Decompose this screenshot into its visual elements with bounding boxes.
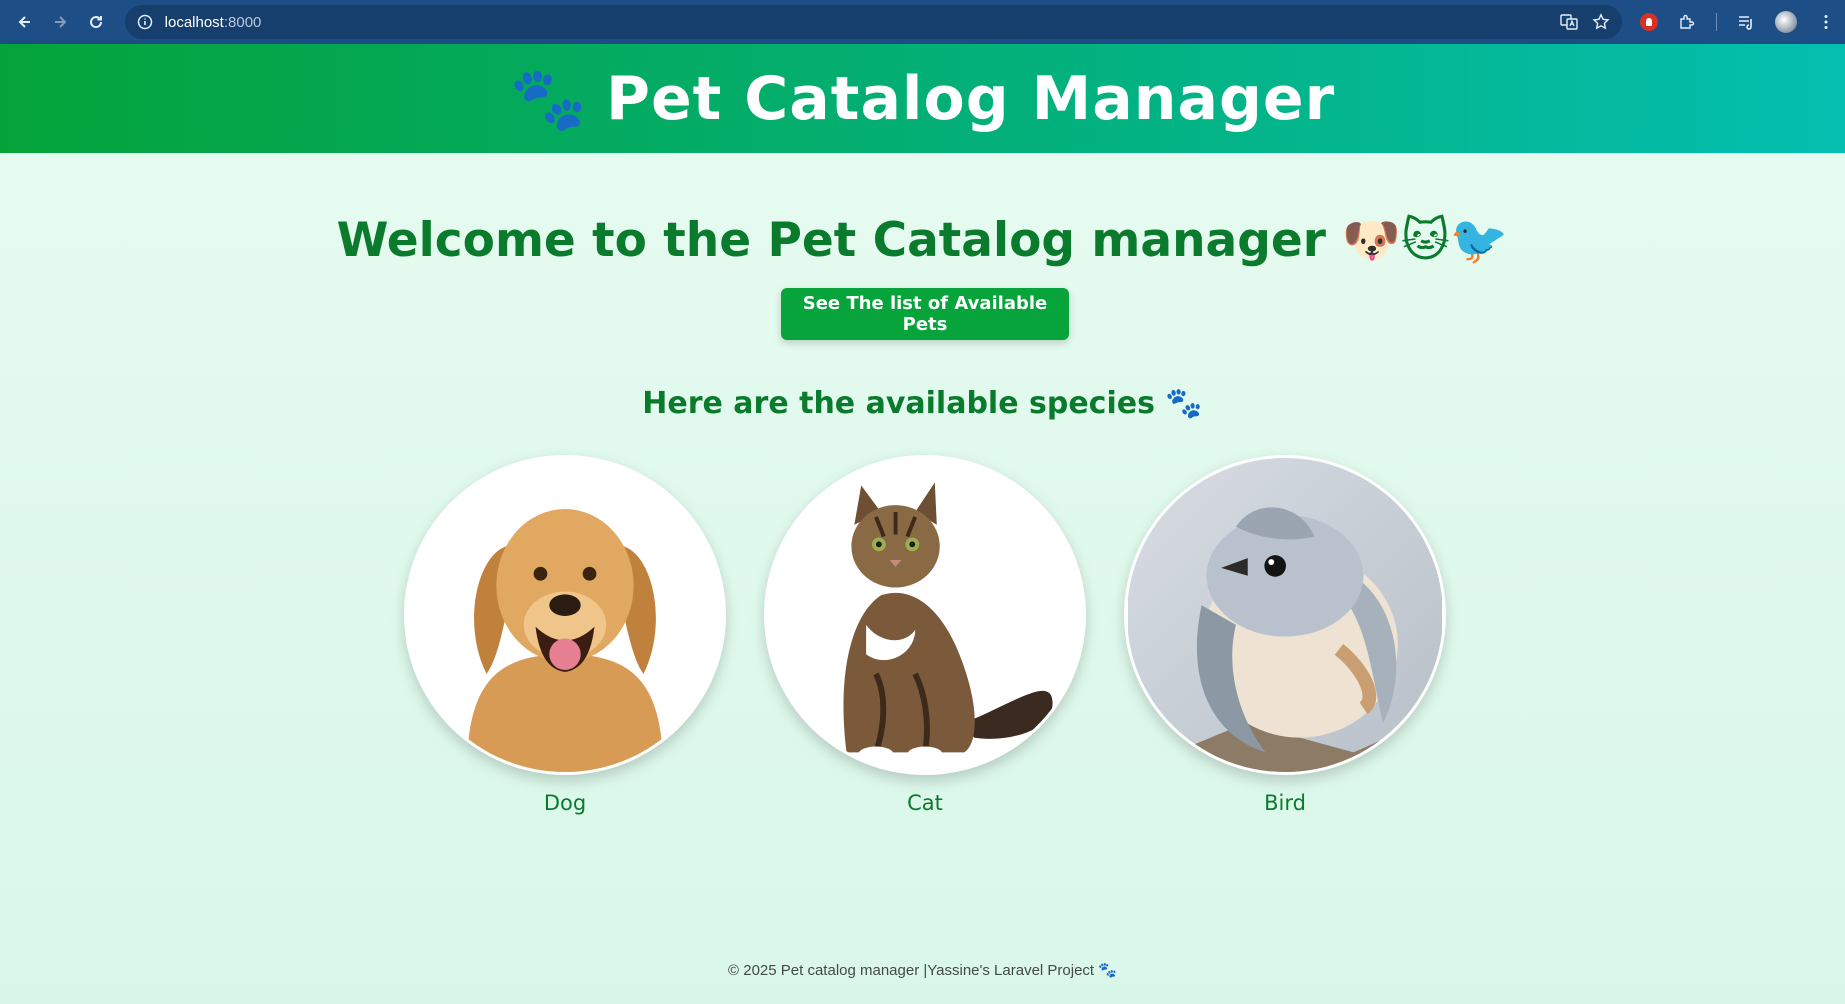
main-content: Welcome to the Pet Catalog manager 🐶🐱🐦 S… <box>0 153 1845 1004</box>
profile-avatar[interactable] <box>1775 11 1797 33</box>
translate-icon[interactable] <box>1560 13 1578 31</box>
reload-icon <box>89 16 102 29</box>
arrow-left-icon <box>18 16 30 28</box>
site-title-text: Pet Catalog Manager <box>606 63 1336 134</box>
site-header: 🐾 Pet Catalog Manager <box>0 44 1845 153</box>
species-card-bird[interactable]: Bird <box>1124 455 1446 815</box>
back-button[interactable] <box>10 7 40 37</box>
paw-icon: 🐾 <box>509 61 588 135</box>
dog-illustration <box>408 458 722 772</box>
url-port: :8000 <box>223 13 262 31</box>
toolbar-divider <box>1716 13 1717 31</box>
species-name: Dog <box>543 791 587 815</box>
bookmark-star-icon[interactable] <box>1592 13 1610 31</box>
species-name: Cat <box>907 791 943 815</box>
address-bar[interactable]: localhost:8000 <box>124 5 1622 39</box>
species-heading: Here are the available species 🐾 <box>0 386 1845 421</box>
forward-button[interactable] <box>46 7 76 37</box>
see-pets-button[interactable]: See The list of Available Pets <box>781 288 1069 340</box>
browser-toolbar: localhost:8000 <box>0 0 1845 44</box>
site-title: 🐾 Pet Catalog Manager <box>510 64 1335 134</box>
reload-button[interactable] <box>81 7 111 37</box>
page-footer: © 2025 Pet catalog manager |Yassine's La… <box>728 962 1117 979</box>
cat-illustration <box>768 458 1082 772</box>
media-queue-icon[interactable] <box>1737 13 1755 31</box>
dog-image[interactable] <box>404 455 726 775</box>
species-card-cat[interactable]: Cat <box>764 455 1086 815</box>
species-card-dog[interactable]: Dog <box>404 455 726 815</box>
paw-icon: 🐾 <box>1165 386 1203 421</box>
url-host: localhost <box>164 13 224 31</box>
cat-image[interactable] <box>764 455 1086 775</box>
arrow-right-icon <box>55 16 67 28</box>
more-vert-icon[interactable] <box>1817 13 1835 31</box>
welcome-heading: Welcome to the Pet Catalog manager 🐶🐱🐦 <box>336 213 1509 268</box>
info-icon <box>137 14 152 30</box>
puzzle-extensions-icon[interactable] <box>1678 13 1696 31</box>
bird-image[interactable] <box>1124 455 1446 775</box>
url-text: localhost:8000 <box>165 14 262 31</box>
extension-icon[interactable] <box>1640 13 1658 31</box>
species-heading-text: Here are the available species <box>642 386 1155 421</box>
bird-illustration <box>1128 458 1442 772</box>
species-name: Bird <box>1264 791 1306 815</box>
